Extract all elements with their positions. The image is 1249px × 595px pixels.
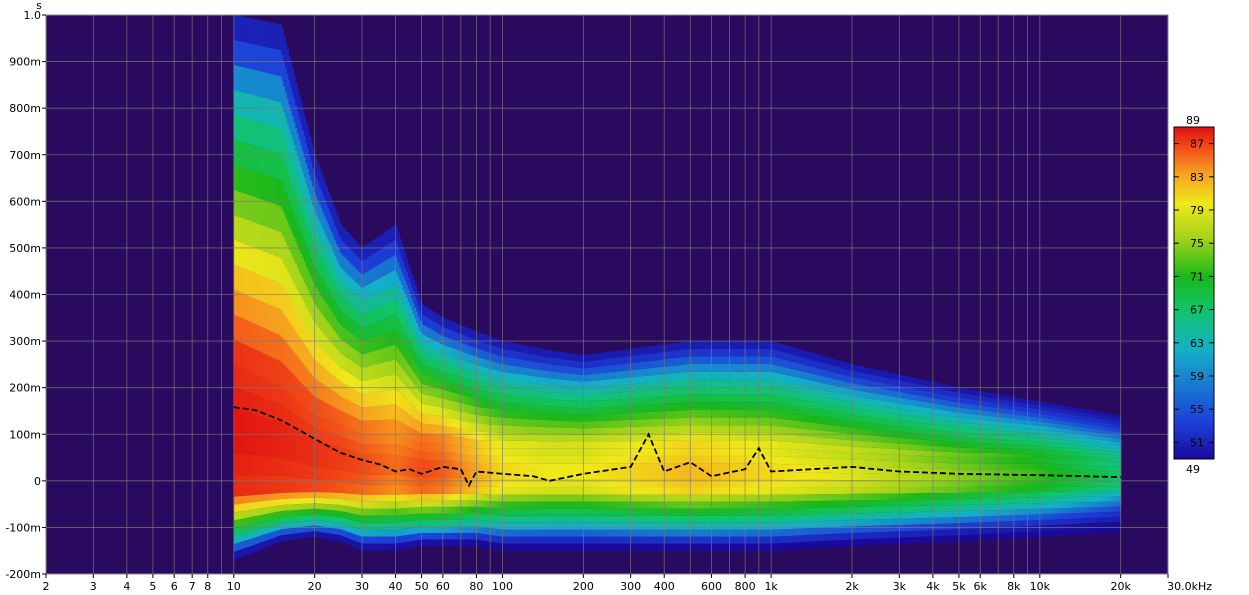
spectrogram-chart: s 1.0900m800m700m600m500m400m300m200m100… (5, 0, 1215, 593)
